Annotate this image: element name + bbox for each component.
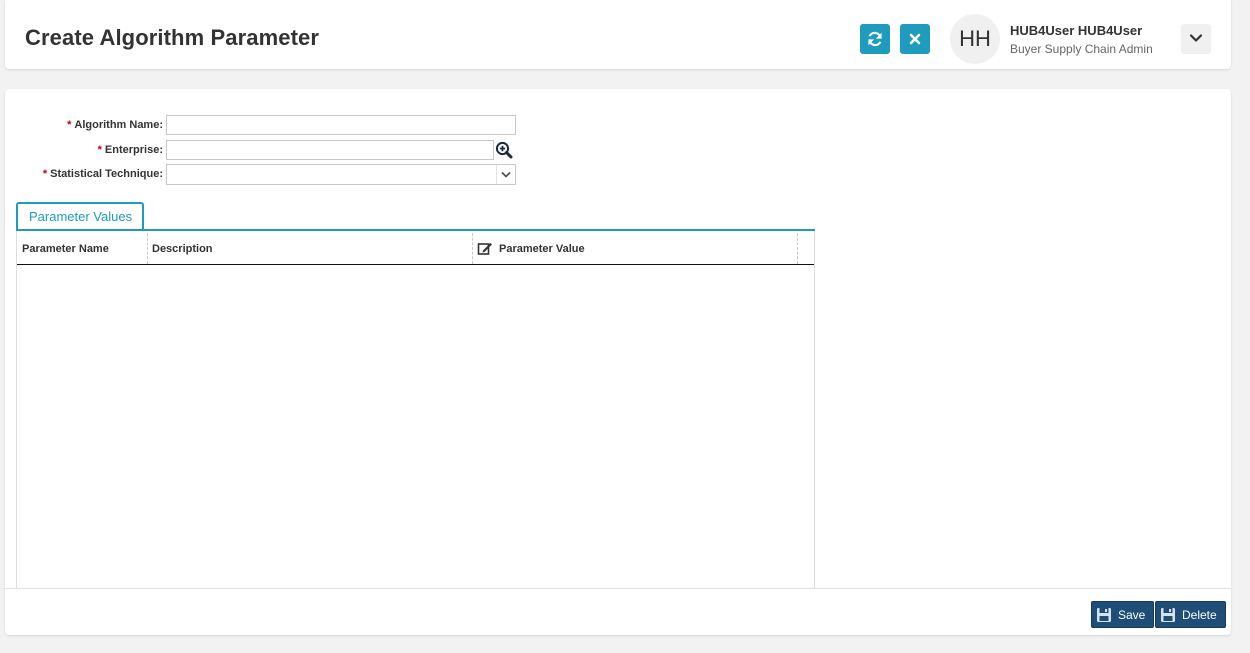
user-role: Buyer Supply Chain Admin	[1010, 42, 1153, 56]
close-icon	[908, 32, 922, 46]
main-panel: * Algorithm Name: * Enterprise: * Statistic…	[5, 89, 1231, 635]
algorithm-name-label: * Algorithm Name:	[67, 119, 163, 131]
avatar: HH	[950, 14, 1000, 64]
statistical-technique-row: * Statistical Technique:	[5, 164, 163, 186]
floppy-disk-icon	[1160, 607, 1182, 623]
grid-header: Parameter Name Description Parameter Val…	[17, 233, 814, 265]
required-marker: *	[42, 168, 48, 180]
algorithm-name-input[interactable]	[166, 115, 516, 135]
column-header-parameter-name[interactable]: Parameter Name	[17, 233, 147, 264]
statistical-technique-label: * Statistical Technique:	[42, 168, 163, 180]
delete-button-label: Delete	[1182, 607, 1217, 622]
statistical-technique-select[interactable]	[166, 164, 516, 185]
select-arrow[interactable]	[496, 165, 515, 184]
page-header: Create Algorithm Parameter HH HUB4User H…	[5, 0, 1231, 69]
user-menu-button[interactable]	[1181, 24, 1211, 54]
chevron-down-icon	[501, 166, 511, 184]
edit-icon	[477, 241, 493, 256]
close-button[interactable]	[900, 24, 930, 54]
column-header-description[interactable]: Description	[147, 233, 472, 264]
delete-button[interactable]: Delete	[1155, 601, 1226, 628]
refresh-icon	[866, 30, 884, 48]
chevron-down-icon	[1189, 30, 1203, 48]
user-name: HUB4User HUB4User	[1010, 23, 1143, 38]
parameter-values-grid: Parameter Name Description Parameter Val…	[16, 231, 815, 588]
column-header-parameter-value[interactable]: Parameter Value	[472, 233, 797, 264]
enterprise-label: * Enterprise:	[97, 144, 163, 156]
refresh-button[interactable]	[860, 24, 890, 54]
required-marker: *	[67, 119, 72, 131]
search-plus-icon[interactable]	[495, 141, 513, 159]
page-title: Create Algorithm Parameter	[25, 25, 319, 50]
save-button-label: Save	[1118, 607, 1146, 622]
column-header-parameter-value-label: Parameter Value	[499, 242, 585, 255]
tab-parameter-values[interactable]: Parameter Values	[16, 202, 145, 230]
floppy-disk-icon	[1096, 607, 1118, 623]
save-button[interactable]: Save	[1091, 601, 1155, 628]
footer-divider	[5, 588, 1231, 589]
enterprise-input[interactable]	[166, 140, 494, 160]
column-divider	[797, 233, 798, 264]
enterprise-row: * Enterprise:	[5, 140, 163, 162]
required-marker: *	[97, 144, 102, 156]
algorithm-name-row: * Algorithm Name:	[5, 115, 163, 137]
